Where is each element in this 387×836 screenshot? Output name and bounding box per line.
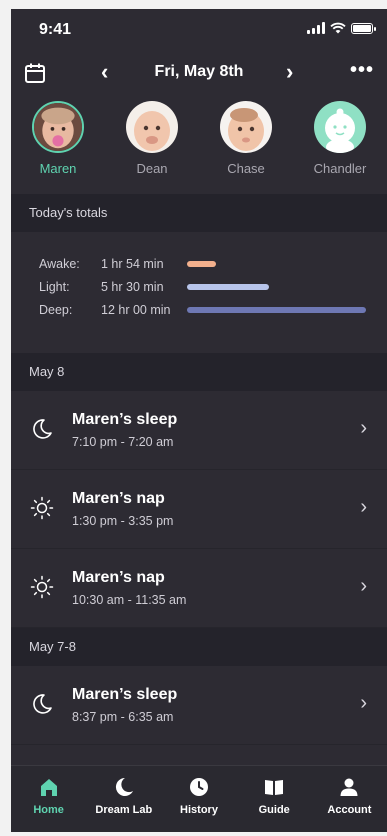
total-label: Light:	[39, 279, 70, 294]
total-label: Awake:	[39, 256, 80, 271]
home-icon	[40, 779, 57, 796]
status-icons	[307, 22, 376, 34]
book-icon	[265, 780, 284, 795]
child-chandler[interactable]: Chandler	[293, 101, 387, 194]
next-day-button[interactable]: ›	[286, 59, 293, 85]
total-value: 1 hr 54 min	[101, 256, 164, 271]
entry-title: Maren’s nap	[72, 569, 165, 586]
date-navigation: ‹ Fri, May 8th › •••	[11, 49, 387, 101]
clock-icon	[190, 778, 208, 796]
nap-entry[interactable]: Maren’s nap 10:30 am - 11:35 am ›	[11, 549, 387, 628]
entry-time: 1:30 pm - 3:35 pm	[72, 514, 174, 528]
avatar	[126, 101, 178, 153]
battery-icon	[351, 23, 376, 34]
status-bar: 9:41	[11, 9, 387, 49]
tab-label: Guide	[258, 804, 290, 816]
group-heading: May 7-8	[11, 628, 387, 666]
tab-history[interactable]: History	[161, 766, 236, 832]
sleep-entry[interactable]: Maren’s sleep 8:37 pm - 6:35 am ›	[11, 666, 387, 745]
total-label: Deep:	[39, 302, 73, 317]
tab-label: History	[180, 804, 218, 816]
group-heading: May 8	[11, 353, 387, 391]
entry-time: 8:37 pm - 6:35 am	[72, 710, 174, 724]
entry-title: Maren’s sleep	[72, 411, 178, 428]
chevron-right-icon: ›	[360, 692, 367, 714]
sun-icon	[30, 575, 54, 599]
light-bar	[187, 283, 269, 290]
avatar	[220, 101, 272, 153]
chevron-right-icon: ›	[360, 496, 367, 518]
total-row-deep: Deep: 12 hr 00 min	[39, 298, 387, 321]
total-row-awake: Awake: 1 hr 54 min	[39, 252, 387, 275]
tab-home[interactable]: Home	[11, 766, 86, 832]
children-selector: Maren Dean Chase Chandler	[11, 101, 387, 194]
tab-label: Account	[327, 804, 372, 816]
sleep-entry[interactable]: Maren’s sleep 7:10 pm - 7:20 am ›	[11, 391, 387, 470]
totals-heading: Today's totals	[11, 194, 387, 232]
tab-bar: Home Dream Lab History Guide Account	[11, 765, 387, 832]
current-date: Fri, May 8th	[154, 63, 244, 80]
status-time: 9:41	[39, 21, 72, 38]
moon-icon	[33, 419, 52, 439]
total-row-light: Light: 5 hr 30 min	[39, 275, 387, 298]
moon-icon	[33, 694, 52, 714]
child-dean[interactable]: Dean	[105, 101, 199, 194]
nap-entry[interactable]: Maren’s nap 1:30 pm - 3:35 pm ›	[11, 470, 387, 549]
moon-icon	[115, 777, 133, 796]
sun-icon	[30, 496, 54, 520]
child-name: Dean	[136, 161, 168, 176]
entry-title: Maren’s sleep	[72, 686, 178, 703]
total-value: 5 hr 30 min	[101, 279, 164, 294]
tab-dream-lab[interactable]: Dream Lab	[86, 766, 161, 832]
entry-title: Maren’s nap	[72, 490, 165, 507]
sleep-totals: Awake: 1 hr 54 min Light: 5 hr 30 min De…	[11, 232, 387, 353]
child-name: Maren	[39, 161, 77, 176]
child-maren[interactable]: Maren	[11, 101, 105, 194]
chevron-right-icon: ›	[360, 575, 367, 597]
tab-label: Home	[33, 804, 64, 816]
person-icon	[340, 778, 358, 796]
deep-bar	[187, 306, 366, 313]
child-name: Chase	[227, 161, 265, 176]
total-value: 12 hr 00 min	[101, 302, 171, 317]
more-options-button[interactable]: •••	[350, 59, 374, 82]
avatar	[314, 101, 366, 153]
wifi-icon	[330, 22, 346, 34]
entry-time: 10:30 am - 11:35 am	[72, 593, 187, 607]
tab-label: Dream Lab	[95, 804, 153, 816]
avatar	[32, 101, 84, 153]
entry-time: 7:10 pm - 7:20 am	[72, 435, 174, 449]
tab-account[interactable]: Account	[312, 766, 387, 832]
tab-guide[interactable]: Guide	[237, 766, 312, 832]
child-chase[interactable]: Chase	[199, 101, 293, 194]
awake-bar	[187, 260, 216, 267]
app-screen: 9:41 ‹ Fri, May 8th › ••• Maren Dean Cha…	[11, 9, 387, 832]
child-name: Chandler	[313, 161, 367, 176]
chevron-right-icon: ›	[360, 417, 367, 439]
signal-icon	[307, 22, 325, 34]
